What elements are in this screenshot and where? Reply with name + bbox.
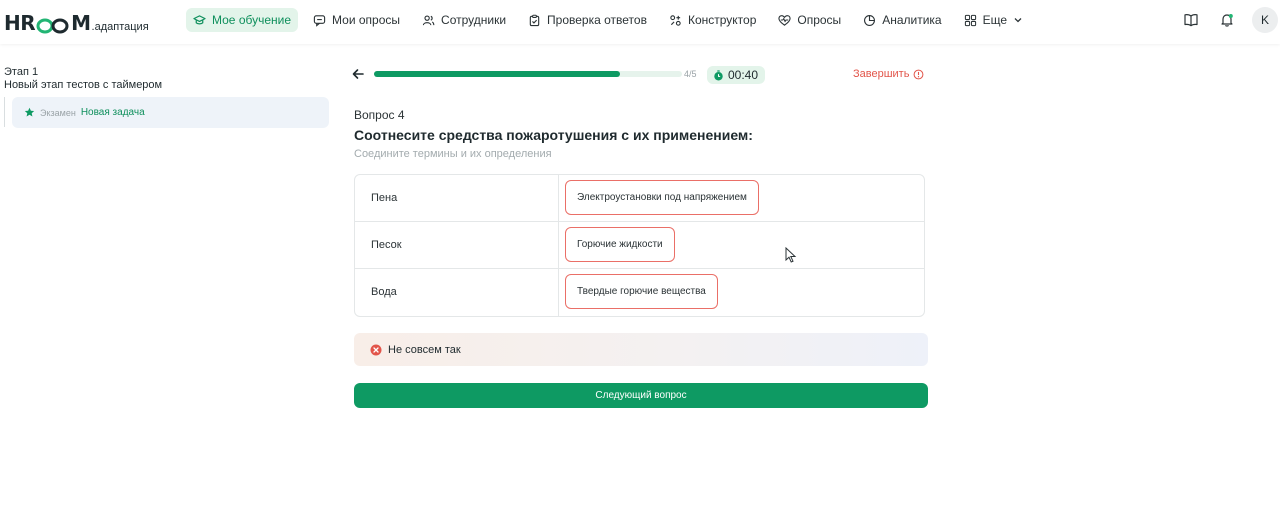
progress-bar-fill	[374, 71, 621, 77]
nav-label: Мои опросы	[332, 13, 401, 27]
sidebar-item-task[interactable]: Экзамен Новая задача	[12, 97, 329, 128]
feedback-banner: Не совсем так	[354, 333, 928, 366]
timer: 00:40	[707, 66, 765, 84]
clipboard-check-icon	[529, 14, 540, 26]
stopwatch-icon	[714, 69, 723, 80]
main-nav: Мое обучение Мои опросы Сотрудники Прове…	[186, 8, 1038, 32]
sidebar-item-type: Экзамен	[40, 107, 76, 118]
star-icon	[24, 107, 35, 117]
top-nav: HR M .адаптация Мое обучение Мои опросы …	[0, 0, 1280, 44]
nav-item-constructor[interactable]: Конструктор	[662, 8, 763, 32]
arrow-left-icon	[352, 69, 364, 79]
graduation-cap-icon	[193, 14, 206, 24]
nav-item-analytics[interactable]: Аналитика	[856, 8, 948, 32]
nav-item-my-learning[interactable]: Мое обучение	[186, 8, 299, 32]
notifications-button[interactable]	[1214, 7, 1240, 33]
logo-subtitle: .адаптация	[91, 21, 149, 33]
question-number: Вопрос 4	[354, 108, 405, 122]
bell-icon	[1221, 14, 1233, 27]
nav-item-more[interactable]: Еще	[957, 8, 1030, 32]
nav-label: Опросы	[797, 13, 842, 27]
match-row: Песок Горючие жидкости	[355, 222, 924, 269]
match-row: Вода Твердые горючие вещества	[355, 269, 924, 316]
info-icon	[914, 69, 924, 79]
finish-label: Завершить	[853, 68, 910, 80]
nav-label: Проверка ответов	[547, 13, 647, 27]
error-icon	[370, 344, 382, 355]
logo-text-left: HR	[4, 11, 36, 35]
stage-title: Этап 1	[4, 66, 39, 78]
chat-icon	[313, 14, 326, 27]
match-term: Пена	[371, 192, 398, 204]
logo-text-right: M	[71, 11, 91, 35]
sidebar-item-label: Новая задача	[80, 107, 145, 118]
nav-label: Сотрудники	[441, 13, 507, 27]
next-question-button[interactable]: Следующий вопрос	[354, 383, 928, 408]
nav-label: Мое обучение	[212, 13, 292, 27]
question-title: Соотнесите средства пожаротушения с их п…	[354, 127, 753, 143]
constructor-icon	[670, 14, 681, 26]
avatar[interactable]: K	[1252, 7, 1278, 33]
nav-label: Аналитика	[882, 13, 942, 27]
match-answer-card[interactable]: Горючие жидкости	[565, 227, 675, 262]
sidebar-divider	[4, 97, 5, 127]
match-table: Пена Электроустановки под напряжением Пе…	[354, 174, 925, 317]
match-row: Пена Электроустановки под напряжением	[355, 175, 924, 222]
book-icon	[1184, 14, 1198, 27]
progress-counter: 4/5	[684, 69, 697, 79]
pie-chart-icon	[864, 14, 876, 26]
nav-item-employees[interactable]: Сотрудники	[415, 8, 513, 32]
knowledge-base-button[interactable]	[1178, 7, 1204, 33]
chevron-down-icon	[1014, 18, 1022, 23]
grid-icon	[964, 14, 976, 26]
mouse-cursor-icon	[785, 247, 797, 263]
back-button[interactable]	[350, 66, 366, 82]
match-term: Песок	[371, 239, 402, 251]
logo[interactable]: HR M .адаптация	[4, 8, 149, 34]
heart-pulse-icon	[778, 14, 792, 26]
match-term: Вода	[371, 286, 397, 298]
progress-bar	[374, 71, 682, 77]
timer-value: 00:40	[728, 68, 759, 82]
nav-item-my-surveys[interactable]: Мои опросы	[306, 8, 407, 32]
feedback-text: Не совсем так	[388, 343, 461, 356]
match-answer-card[interactable]: Твердые горючие вещества	[565, 274, 718, 309]
nav-label: Конструктор	[687, 13, 757, 27]
nav-right: K	[1178, 7, 1280, 33]
stage-subtitle: Новый этап тестов с таймером	[4, 79, 163, 91]
users-icon	[422, 14, 435, 25]
nav-label: Еще	[982, 13, 1008, 27]
finish-button[interactable]: Завершить	[853, 68, 924, 80]
nav-item-surveys[interactable]: Опросы	[771, 8, 848, 32]
logo-infinity-mark	[36, 18, 70, 34]
nav-item-answer-review[interactable]: Проверка ответов	[521, 8, 654, 32]
match-answer-card[interactable]: Электроустановки под напряжением	[565, 180, 759, 215]
question-subtitle: Соедините термины и их определения	[354, 148, 552, 160]
